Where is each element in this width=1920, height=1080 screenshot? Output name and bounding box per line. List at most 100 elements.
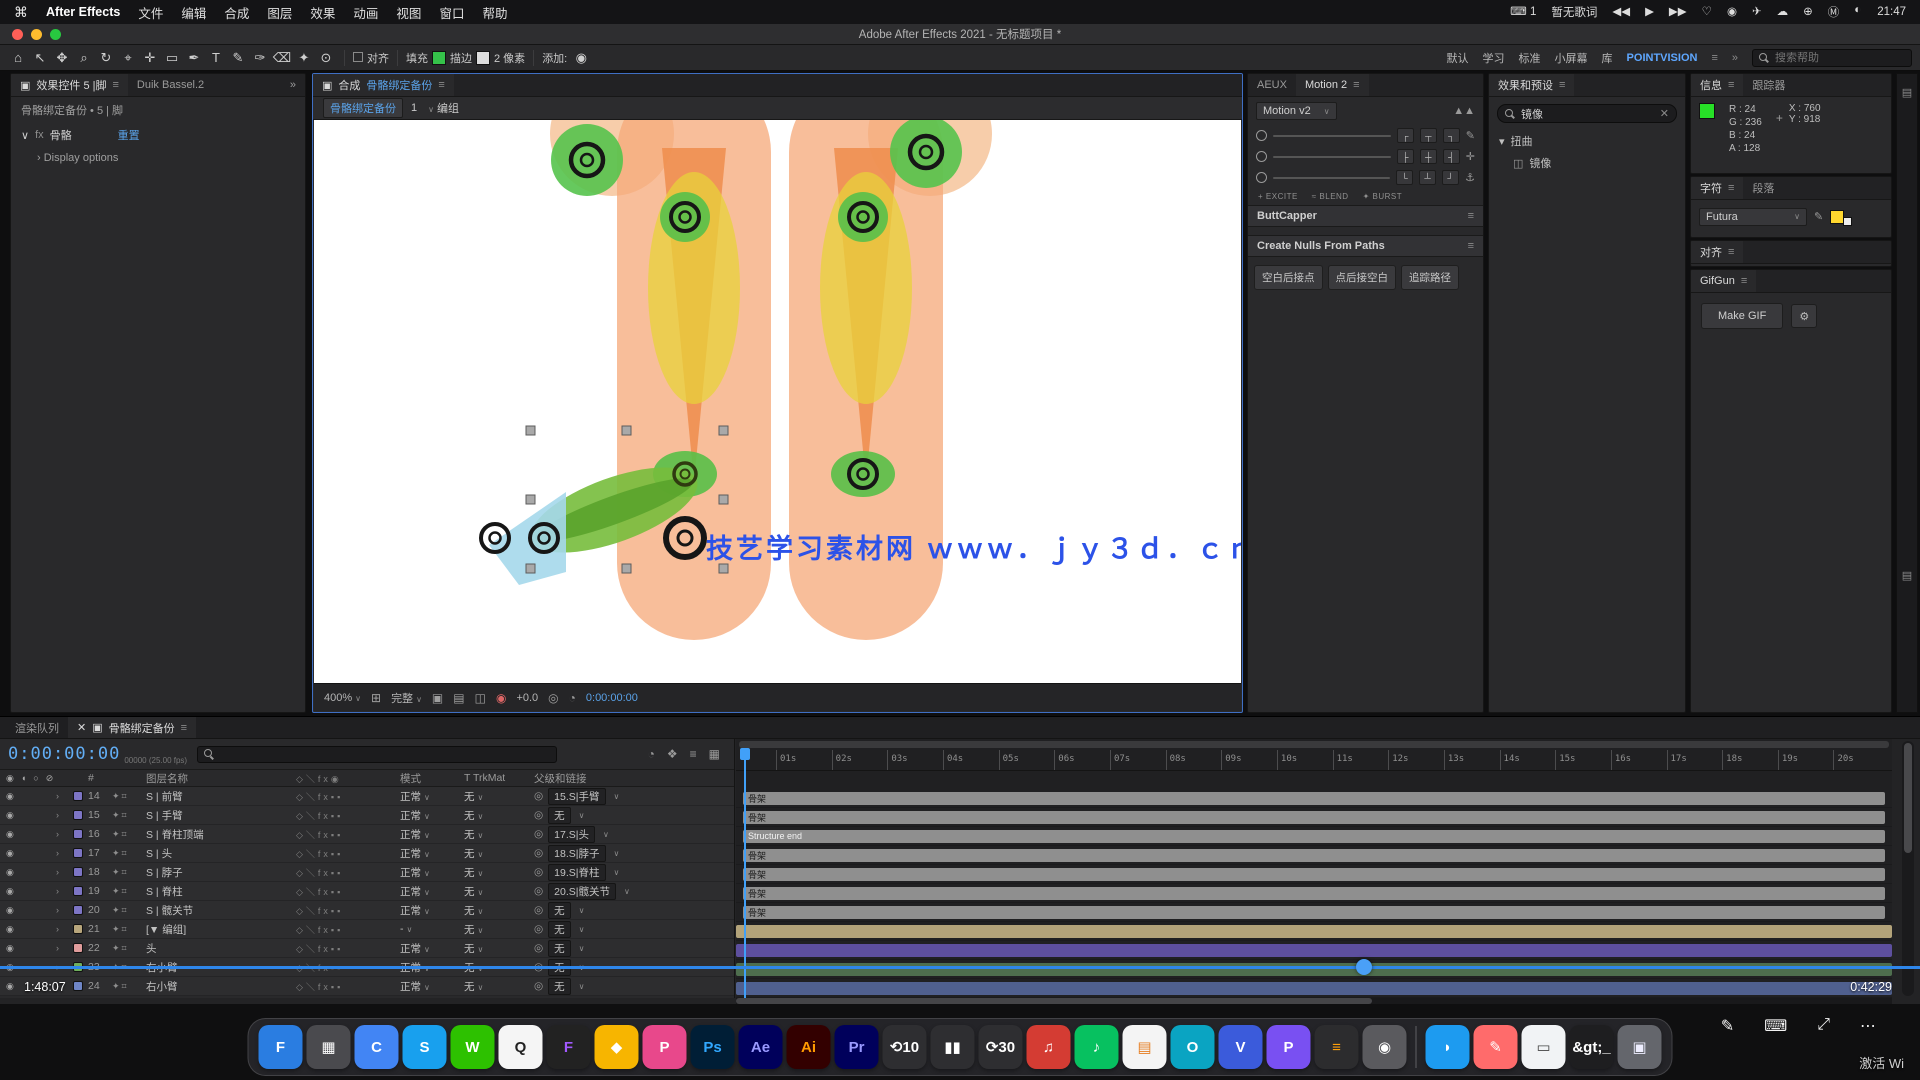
layer-row[interactable]: ◉ › 20 ✦⌗ S | 髋关节 ◇＼fx▪▪ 正常∨ 无∨ ◎ [0,901,734,920]
timeline-horizontal-scrollbar[interactable] [736,998,1892,1004]
eye-icon[interactable]: ◉ [6,924,14,935]
parent-select[interactable]: ◎ 20.S|髋关节∨ [534,883,734,900]
pickwhip-icon[interactable]: ◎ [534,904,543,916]
layer-track-row[interactable]: 骨架 [736,884,1892,903]
layer-name[interactable]: S | 前臂 [146,789,296,804]
dock-app-icon[interactable]: W [451,1025,495,1069]
menu-item[interactable]: 图层 [267,3,292,22]
expand-chevron-icon[interactable]: › [56,886,70,896]
dock-app-icon[interactable]: ▤ [1123,1025,1167,1069]
dock-app-icon[interactable]: &gt;_ [1570,1025,1614,1069]
shy-quality-icons[interactable]: ✦⌗ [112,943,146,954]
exposure-value[interactable]: +0.0 [516,692,538,704]
layer-switches[interactable]: ◇＼fx▪▪ [296,809,400,822]
parent-select[interactable]: ◎ 15.S|手臂∨ [534,788,734,805]
shy-quality-icons[interactable]: ✦⌗ [112,905,146,916]
workspace-overflow-icon[interactable]: » [1732,52,1738,64]
layer-switches[interactable]: ◇＼fx▪▪ [296,904,400,917]
label-color-chip[interactable] [73,791,83,801]
dock-app-icon[interactable]: ✎ [1474,1025,1518,1069]
parent-select[interactable]: ◎ 无∨ [534,921,734,938]
roi-icon[interactable]: ▣ [432,691,443,705]
trkmat-select[interactable]: 无∨ [464,903,534,918]
tool-icon[interactable]: ⌫ [272,50,292,66]
fill-label[interactable]: 填充 [406,50,428,66]
tab-effects-presets[interactable]: 效果和预设≡ [1489,74,1574,96]
font-family-select[interactable]: Futura∨ [1699,208,1807,226]
workspace-tab[interactable]: 标准 [1519,50,1541,66]
shy-quality-icons[interactable]: ✦⌗ [112,791,146,802]
motion-version-select[interactable]: Motion v2∨ [1256,102,1337,120]
zoom-select[interactable]: 400%∨ [324,692,361,704]
eye-icon[interactable]: ◉ [6,829,14,840]
tool-icon[interactable]: ↖ [30,50,50,66]
current-time-indicator[interactable] [744,748,746,998]
trkmat-select[interactable]: 无∨ [464,827,534,842]
breadcrumb-group[interactable]: ∨ 编组 [425,100,459,116]
text-stroke-swatch[interactable] [1843,217,1852,226]
layer-row[interactable]: ◉ › 24 ✦⌗ 右小臂 ◇＼fx▪▪ 正常∨ 无∨ ◎ 无∨ [0,977,734,996]
layer-name[interactable]: S | 脊柱顶端 [146,827,296,842]
trkmat-select[interactable]: 无∨ [464,865,534,880]
label-color-chip[interactable] [73,905,83,915]
parent-select[interactable]: ◎ 无∨ [534,902,734,919]
player-control-icon[interactable]: ⌨ [1764,1016,1787,1036]
label-color-chip[interactable] [73,943,83,953]
menubar-clock[interactable]: 21:47 [1877,6,1906,18]
layer-name[interactable]: S | 脖子 [146,865,296,880]
anchor-top-left-button[interactable]: ┌ [1397,128,1414,143]
dock-app-icon[interactable]: ▦ [307,1025,351,1069]
pen-icon[interactable]: ✎ [1466,129,1475,142]
dock-app-icon[interactable]: ⟳30 [979,1025,1023,1069]
tab-info[interactable]: 信息≡ [1691,74,1743,96]
dock-app-icon[interactable]: S [403,1025,447,1069]
mountain-icons[interactable]: ▲▲ [1453,105,1475,117]
pickwhip-icon[interactable]: ◎ [534,866,543,878]
status-icon[interactable]: ✈ [1752,4,1762,20]
dock-app-icon[interactable]: P [1267,1025,1311,1069]
grid-options-icon[interactable]: ⊞ [371,691,381,705]
expand-chevron-icon[interactable]: › [37,152,41,164]
label-color-chip[interactable] [73,829,83,839]
expand-chevron-icon[interactable]: › [56,924,70,934]
add-button[interactable]: ◉ [571,50,591,66]
layer-row[interactable]: ◉ › 16 ✦⌗ S | 脊柱顶端 ◇＼fx▪▪ 正常∨ 无∨ ◎ [0,825,734,844]
trkmat-select[interactable]: 无∨ [464,789,534,804]
pickwhip-icon[interactable]: ◎ [534,885,543,897]
tab-effect-controls[interactable]: ▣ 效果控件 5 |脚≡ [11,74,128,96]
status-icon[interactable]: 暂无歌词 [1551,4,1597,20]
tool-icon[interactable]: ⌕ [74,50,94,66]
resolution-select[interactable]: 完整∨ [391,690,422,706]
shy-quality-icons[interactable]: ✦⌗ [112,848,146,859]
trkmat-select[interactable]: 无∨ [464,884,534,899]
layer-search[interactable] [197,746,557,763]
layer-switches[interactable]: ◇＼fx▪▪ [296,980,400,993]
dock-app-icon[interactable]: Ps [691,1025,735,1069]
tool-icon[interactable]: ✒ [184,50,204,66]
parent-select[interactable]: ◎ 无∨ [534,807,734,824]
layer-duration-bar[interactable]: 骨架 [743,868,1885,881]
tool-icon[interactable]: ✦ [294,50,314,66]
zoom-window-button[interactable] [50,29,61,40]
layer-track-row[interactable] [736,979,1892,998]
layer-row[interactable]: ◉ › 19 ✦⌗ S | 脊柱 ◇＼fx▪▪ 正常∨ 无∨ ◎ [0,882,734,901]
timeline-vertical-scrollbar[interactable] [1902,741,1914,996]
layer-duration-bar[interactable]: 骨架 [743,887,1885,900]
player-control-icon[interactable]: ⋯ [1860,1016,1876,1036]
player-control-icon[interactable]: ✎ [1721,1016,1734,1036]
trash-icon[interactable]: ▣ [1618,1025,1662,1069]
layer-row[interactable]: ◉ › 21 ✦⌗ [▼ 编组] ◇＼fx▪▪ -∨ 无∨ ◎ 无 [0,920,734,939]
eye-icon[interactable]: ◉ [6,886,14,897]
workspace-tab-active[interactable]: POINTVISION [1627,52,1698,64]
blend-mode-select[interactable]: 正常∨ [400,903,464,918]
panel-stub-icon[interactable]: ▤ [1902,86,1912,99]
composition-canvas[interactable]: 技艺学习素材网 ｗｗｗ．ｊｙ３ｄ．ｃｎ [314,120,1241,683]
layer-duration-bar[interactable] [736,982,1892,995]
tab-gifgun[interactable]: GifGun≡ [1691,270,1756,292]
nulls-button[interactable]: 空白后接点 [1254,265,1323,290]
layer-switches[interactable]: ◇＼fx▪▪ [296,885,400,898]
tool-icon[interactable]: ▭ [162,50,182,66]
dock-app-icon[interactable]: ◆ [595,1025,639,1069]
parent-select[interactable]: ◎ 无∨ [534,978,734,995]
layer-name[interactable]: 右小臂 [146,979,296,994]
